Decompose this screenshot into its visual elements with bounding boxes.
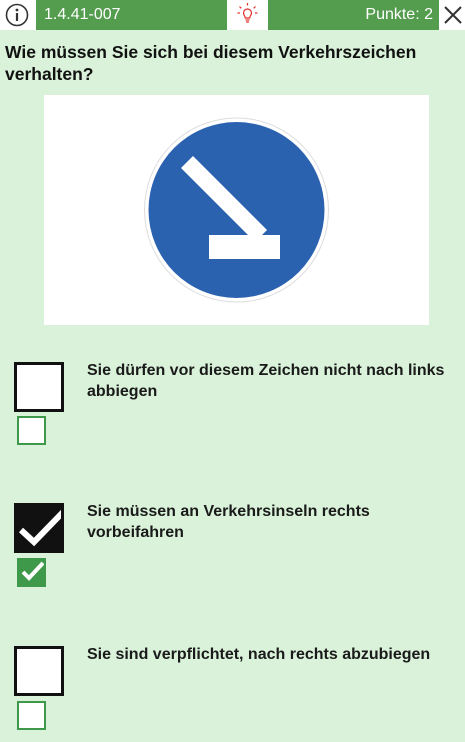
points-display: Punkte: 2	[268, 0, 439, 30]
lightbulb-icon[interactable]	[227, 0, 268, 30]
question-id: 1.4.41-007	[36, 0, 227, 30]
answer-checkbox[interactable]	[14, 362, 64, 412]
question-text: Wie müssen Sie sich bei diesem Verkehrsz…	[5, 42, 417, 84]
answer-checkbox[interactable]	[14, 646, 64, 696]
solution-checkbox	[17, 558, 46, 587]
solution-checkbox	[17, 701, 46, 730]
traffic-sign-image	[44, 95, 429, 325]
answer-text[interactable]: Sie sind verpflichtet, nach rechts abzub…	[87, 644, 457, 665]
answer-text[interactable]: Sie dürfen vor diesem Zeichen nicht nach…	[87, 360, 457, 402]
checkmark-icon	[21, 561, 44, 581]
checkmark-icon	[17, 506, 61, 550]
solution-checkbox	[17, 416, 46, 445]
answer-checkbox[interactable]	[14, 503, 64, 553]
info-icon[interactable]	[5, 3, 29, 27]
answer-text[interactable]: Sie müssen an Verkehrsinseln rechts vorb…	[87, 501, 457, 543]
top-bar: 1.4.41-007 Punkte: 2	[0, 0, 465, 30]
close-icon[interactable]	[441, 3, 465, 27]
